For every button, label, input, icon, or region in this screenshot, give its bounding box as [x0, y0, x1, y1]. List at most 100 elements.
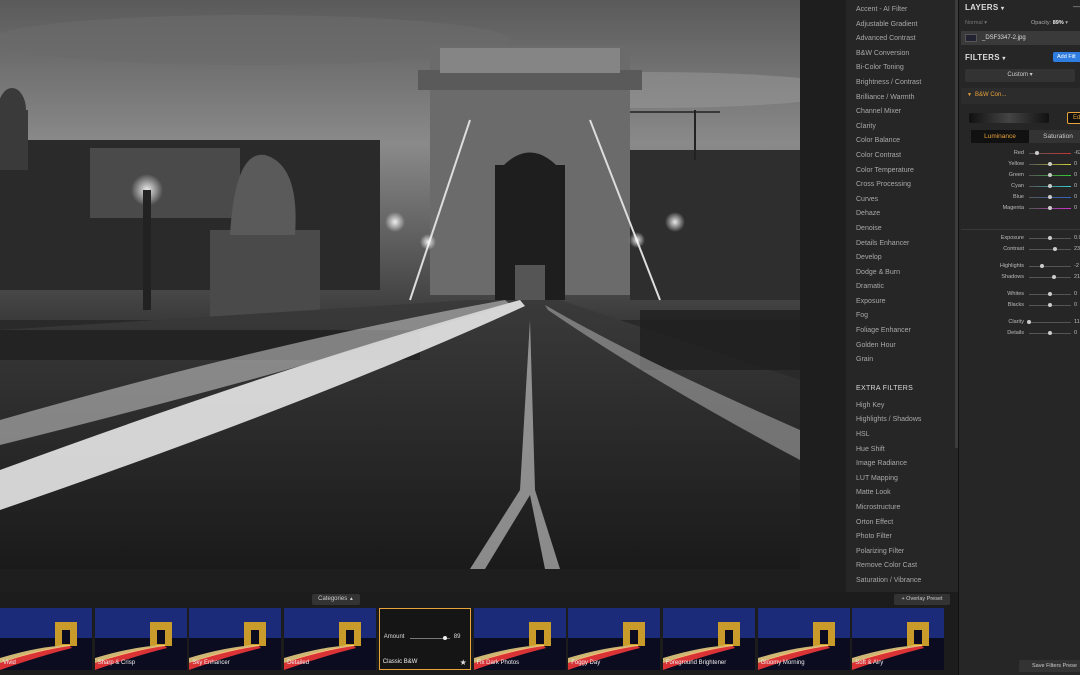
- preset-thumbnail[interactable]: Soft & Airy: [852, 608, 945, 670]
- filter-list-item[interactable]: Color Temperature: [846, 164, 958, 179]
- slider-knob[interactable]: [1027, 319, 1031, 324]
- filters-title[interactable]: FILTERS ▾: [965, 53, 1006, 62]
- slider-track[interactable]: [1029, 276, 1071, 278]
- slider-details[interactable]: Details 0: [959, 328, 1080, 338]
- preset-thumbnail[interactable]: Sharp & Crisp: [94, 608, 187, 670]
- filter-list-item[interactable]: Color Contrast: [846, 149, 958, 164]
- photo-preview[interactable]: [0, 0, 800, 569]
- preset-thumbnail[interactable]: Foggy Day: [568, 608, 661, 670]
- preset-thumbnail[interactable]: Gloomy Morning: [757, 608, 850, 670]
- slider-knob[interactable]: [1048, 291, 1052, 296]
- filter-preset-select[interactable]: Custom ▾: [965, 69, 1075, 82]
- preset-thumbnail[interactable]: Sky Enhancer: [189, 608, 282, 670]
- filter-list-item[interactable]: Golden Hour: [846, 339, 958, 354]
- filter-list-item[interactable]: Clarity: [846, 120, 958, 135]
- slider-knob[interactable]: [1053, 246, 1058, 251]
- filter-list-item[interactable]: Brightness / Contrast: [846, 76, 958, 91]
- slider-contrast[interactable]: Contrast 23: [959, 244, 1080, 254]
- slider-knob[interactable]: [1048, 302, 1052, 307]
- image-canvas-area[interactable]: [0, 0, 846, 592]
- filter-list-item[interactable]: Brilliance / Warmth: [846, 91, 958, 106]
- overlay-preset-button[interactable]: + Overlay Preset: [894, 594, 950, 605]
- filter-list-item[interactable]: Microstructure: [846, 501, 958, 516]
- filter-list-item[interactable]: Foliage Enhancer: [846, 324, 958, 339]
- filter-list-item[interactable]: Dramatic: [846, 280, 958, 295]
- slider-cyan[interactable]: Cyan 0: [959, 181, 1080, 191]
- filter-list-item[interactable]: Hue Shift: [846, 443, 958, 458]
- filter-list-item[interactable]: Denoise: [846, 222, 958, 237]
- edit-button[interactable]: Ed: [1067, 112, 1080, 124]
- preset-thumbnail[interactable]: Detailed: [284, 608, 377, 670]
- slider-knob[interactable]: [1035, 150, 1040, 155]
- slider-magenta[interactable]: Magenta 0: [959, 203, 1080, 213]
- slider-knob[interactable]: [1039, 263, 1044, 268]
- filter-list-item[interactable]: Grain: [846, 353, 958, 368]
- slider-highlights[interactable]: Highlights -2: [959, 261, 1080, 271]
- filter-list-item[interactable]: Highlights / Shadows: [846, 413, 958, 428]
- blend-mode-select[interactable]: Normal ▾: [965, 20, 987, 26]
- slider-knob[interactable]: [1048, 161, 1052, 166]
- filter-list-item[interactable]: Bi-Color Toning: [846, 61, 958, 76]
- slider-red[interactable]: Red -63: [959, 148, 1080, 158]
- filter-list-item[interactable]: Accent - AI Filter: [846, 3, 958, 18]
- filter-list-item[interactable]: Polarizing Filter: [846, 545, 958, 560]
- add-filter-button[interactable]: Add Filt: [1053, 52, 1080, 62]
- tab-saturation[interactable]: Saturation: [1029, 130, 1080, 143]
- filter-list-item[interactable]: Photo Filter: [846, 530, 958, 545]
- slider-shadows[interactable]: Shadows 21: [959, 272, 1080, 282]
- filter-list-item[interactable]: Cross Processing: [846, 178, 958, 193]
- amount-knob[interactable]: [443, 636, 448, 640]
- filter-list-item[interactable]: Saturation / Vibrance: [846, 574, 958, 589]
- preset-thumbnail[interactable]: Vivid: [0, 608, 92, 670]
- preset-thumbnail[interactable]: Foreground Brightener: [662, 608, 755, 670]
- filter-list-item[interactable]: Channel Mixer: [846, 105, 958, 120]
- categories-button[interactable]: Categories ▲: [312, 594, 360, 605]
- tab-luminance[interactable]: Luminance: [971, 130, 1029, 143]
- slider-track[interactable]: [1029, 248, 1071, 250]
- slider-blacks[interactable]: Blacks 0: [959, 300, 1080, 310]
- slider-clarity[interactable]: Clarity 11: [959, 317, 1080, 327]
- opacity-control[interactable]: Opacity: 89% ▾: [1031, 20, 1068, 26]
- layer-row[interactable]: _DSF3347-2.jpg: [961, 31, 1080, 45]
- favorite-star-icon[interactable]: ★: [460, 658, 467, 667]
- filter-list-item[interactable]: Advanced Contrast: [846, 32, 958, 47]
- filter-list-item[interactable]: Exposure: [846, 295, 958, 310]
- amount-slider[interactable]: Amount 89: [384, 634, 468, 642]
- filter-list-item[interactable]: Color Balance: [846, 134, 958, 149]
- filter-header-bw[interactable]: ▼ B&W Con...: [961, 88, 1080, 104]
- slider-knob[interactable]: [1052, 274, 1057, 279]
- filter-list-item[interactable]: B&W Conversion: [846, 47, 958, 62]
- slider-green[interactable]: Green 0: [959, 170, 1080, 180]
- slider-knob[interactable]: [1048, 235, 1052, 240]
- save-filters-preset-button[interactable]: Save Filters Prese: [1019, 660, 1080, 672]
- filter-list-item[interactable]: High Key: [846, 399, 958, 414]
- slider-knob[interactable]: [1048, 330, 1052, 335]
- slider-whites[interactable]: Whites 0: [959, 289, 1080, 299]
- filter-list-item[interactable]: Matte Look: [846, 486, 958, 501]
- filter-list-item[interactable]: Image Radiance: [846, 457, 958, 472]
- slider-blue[interactable]: Blue 0: [959, 192, 1080, 202]
- filter-list-item[interactable]: Fog: [846, 309, 958, 324]
- filter-list-item[interactable]: Details Enhancer: [846, 237, 958, 252]
- slider-yellow[interactable]: Yellow 0: [959, 159, 1080, 169]
- slider-track[interactable]: [1029, 265, 1071, 267]
- filter-list-item[interactable]: LUT Mapping: [846, 472, 958, 487]
- filter-list-item[interactable]: Develop: [846, 251, 958, 266]
- slider-knob[interactable]: [1048, 205, 1052, 210]
- layers-menu-icon[interactable]: —: [1073, 2, 1080, 11]
- filter-list-item[interactable]: Adjustable Gradient: [846, 18, 958, 33]
- preset-thumbnail[interactable]: Fix Dark Photos: [473, 608, 566, 670]
- slider-knob[interactable]: [1048, 172, 1052, 177]
- layers-title[interactable]: LAYERS ▾: [965, 3, 1004, 12]
- filter-list-item[interactable]: HSL: [846, 428, 958, 443]
- filter-list-item[interactable]: Dehaze: [846, 207, 958, 222]
- slider-knob[interactable]: [1048, 194, 1052, 199]
- filter-list-item[interactable]: Orton Effect: [846, 516, 958, 531]
- preset-thumbnail[interactable]: Amount 89 ★ Classic B&W: [378, 608, 471, 670]
- slider-track[interactable]: [1029, 321, 1071, 323]
- slider-exposure[interactable]: Exposure 0.0: [959, 233, 1080, 243]
- filter-list-item[interactable]: Curves: [846, 193, 958, 208]
- slider-knob[interactable]: [1048, 183, 1052, 188]
- filter-list-item[interactable]: Remove Color Cast: [846, 559, 958, 574]
- filter-list-panel[interactable]: Accent - AI Filter Adjustable Gradient Adv…: [846, 0, 958, 592]
